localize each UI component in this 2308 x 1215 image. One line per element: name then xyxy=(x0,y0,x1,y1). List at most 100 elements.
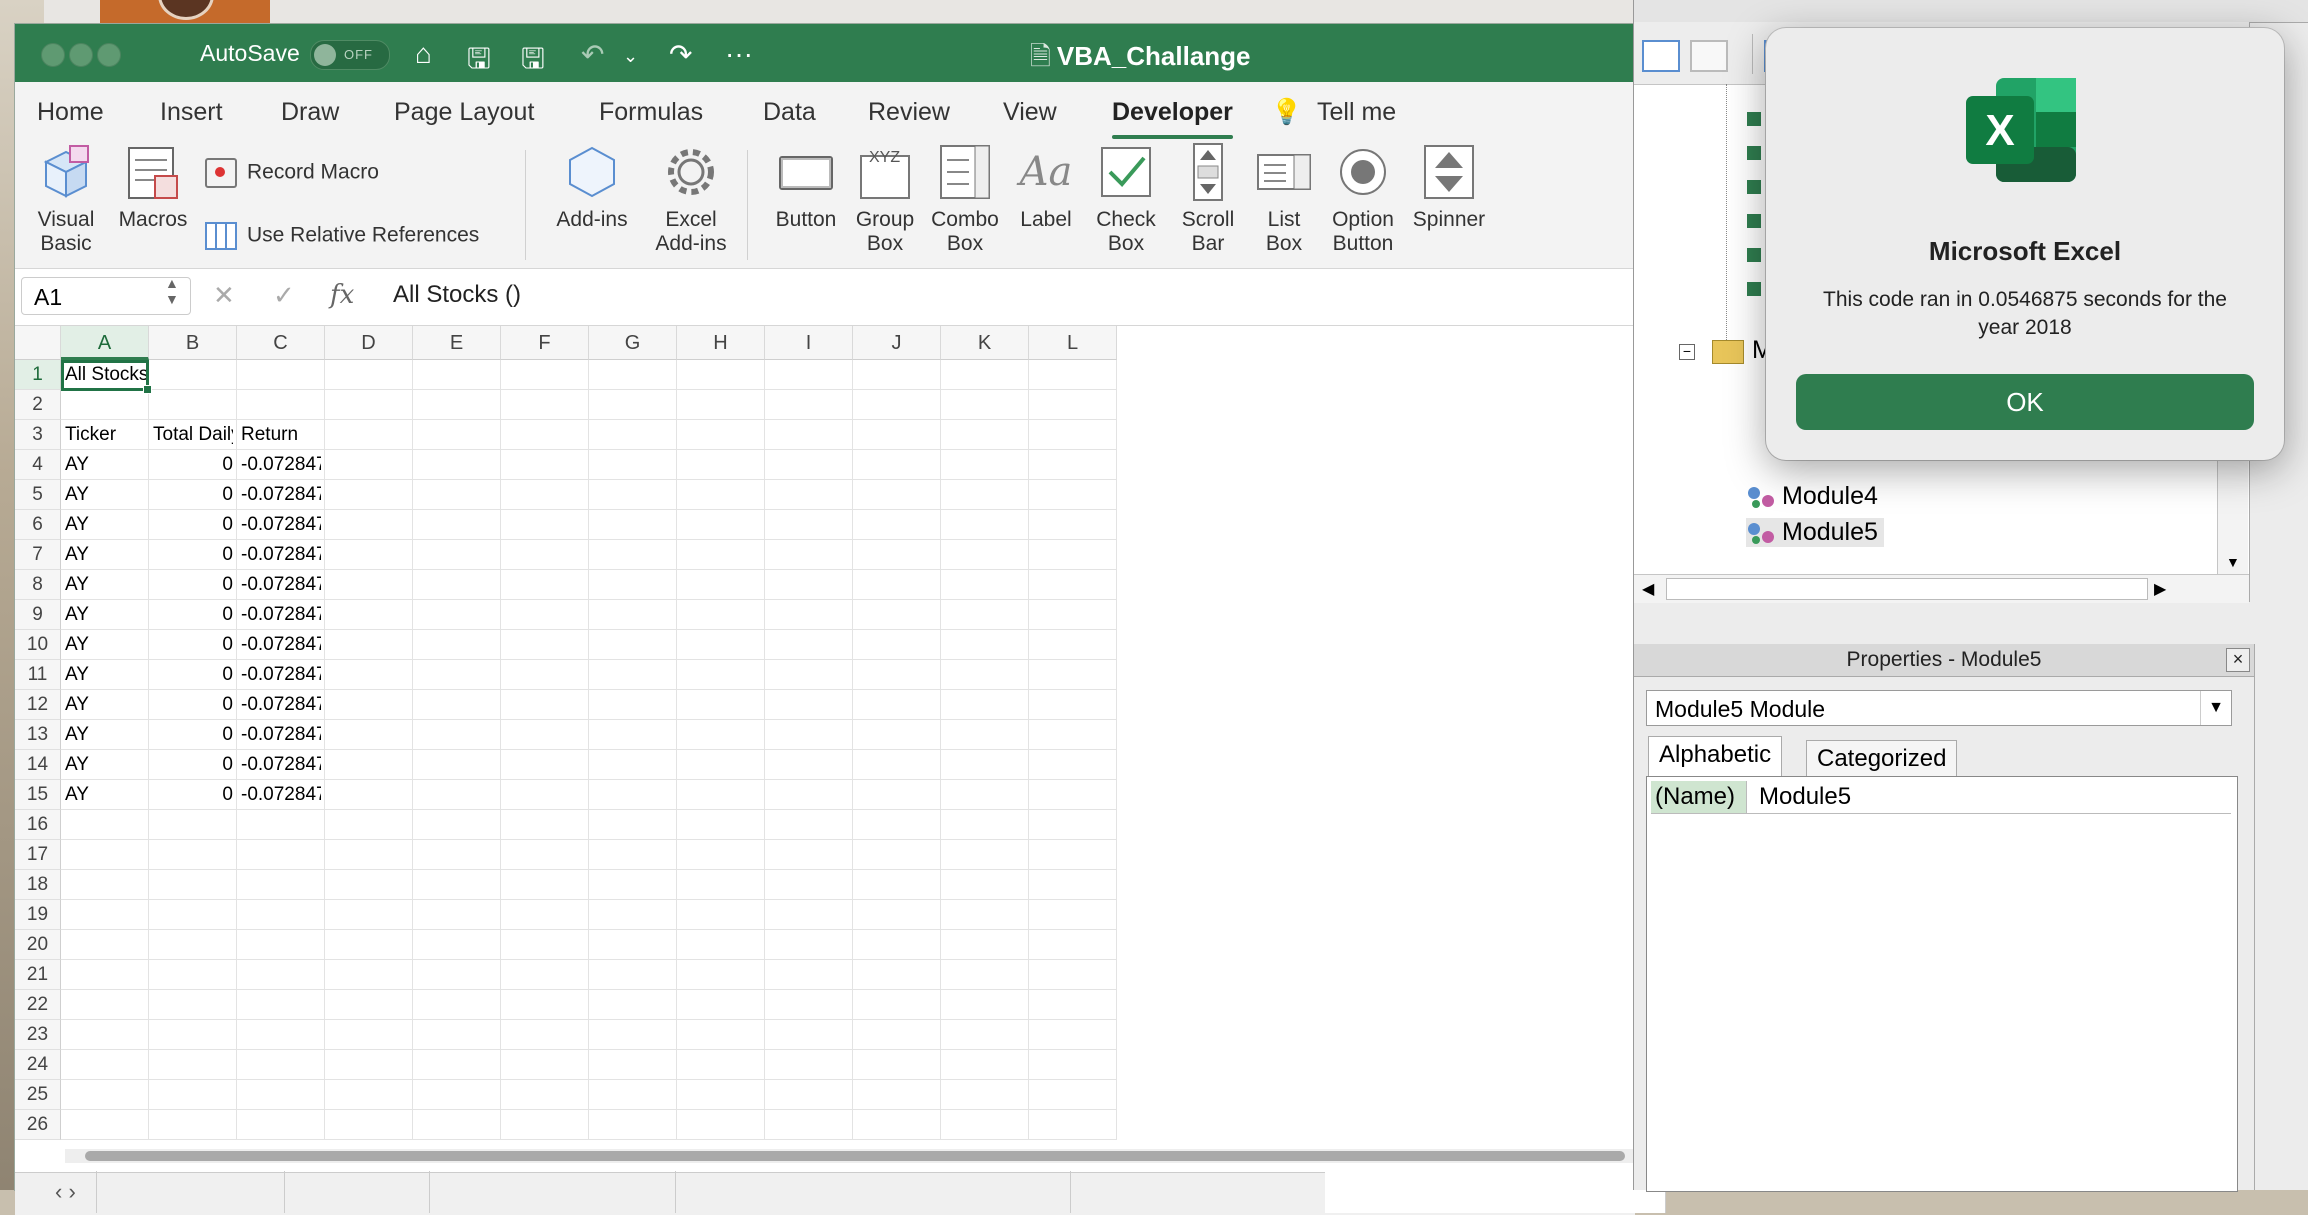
cell[interactable]: AY xyxy=(65,570,145,600)
collapse-icon[interactable]: − xyxy=(1679,344,1695,360)
property-row[interactable]: (Name) Module5 xyxy=(1651,781,2231,814)
undo-dropdown-icon[interactable]: ⌄ xyxy=(623,46,638,67)
cell[interactable]: -0.0728476 xyxy=(241,540,321,570)
cell[interactable]: -0.0728476 xyxy=(241,570,321,600)
group-box-control[interactable]: XYZ Group Box xyxy=(849,140,921,256)
cell[interactable]: -0.0728476 xyxy=(241,660,321,690)
add-ins-button[interactable]: Add-ins xyxy=(547,140,637,232)
scroll-down-icon[interactable]: ▼ xyxy=(2226,554,2240,570)
ok-button[interactable]: OK xyxy=(1796,374,2254,430)
horizontal-scrollbar[interactable]: ◀ ▶ xyxy=(1634,574,2249,603)
cell[interactable]: 0 xyxy=(153,540,233,570)
tab-view[interactable]: View xyxy=(1003,98,1057,127)
column-header[interactable]: E xyxy=(413,326,501,360)
label-control[interactable]: Aa Label xyxy=(1013,140,1079,232)
row-header[interactable]: 16 xyxy=(15,810,61,840)
view-code-icon[interactable] xyxy=(1642,40,1680,72)
cell[interactable]: AY xyxy=(65,780,145,810)
row-header[interactable]: 7 xyxy=(15,540,61,570)
fx-icon[interactable]: fx xyxy=(330,280,354,310)
tab-alphabetic[interactable]: Alphabetic xyxy=(1648,736,1783,779)
enter-icon[interactable]: ✓ xyxy=(273,280,295,311)
sheet-tab[interactable] xyxy=(140,1171,285,1213)
zoom-window-button[interactable] xyxy=(97,43,121,67)
tree-item-module5[interactable]: Module5 xyxy=(1746,518,1884,547)
cell[interactable]: -0.0728476 xyxy=(241,690,321,720)
check-box-control[interactable]: Check Box xyxy=(1085,140,1167,256)
combo-box-control[interactable]: Combo Box xyxy=(925,140,1005,256)
cell[interactable]: 0 xyxy=(153,570,233,600)
row-header[interactable]: 3 xyxy=(15,420,61,450)
sheet-tab[interactable] xyxy=(285,1171,430,1213)
spinner-control[interactable]: Spinner xyxy=(1407,140,1491,232)
sheet-tab[interactable] xyxy=(435,1171,676,1213)
row-header[interactable]: 26 xyxy=(15,1110,61,1140)
cell[interactable]: 0 xyxy=(153,480,233,510)
tab-review[interactable]: Review xyxy=(868,98,950,127)
cell[interactable]: 0 xyxy=(153,510,233,540)
cell[interactable]: Return xyxy=(241,420,321,450)
row-header[interactable]: 5 xyxy=(15,480,61,510)
column-header[interactable]: B xyxy=(149,326,237,360)
row-header[interactable]: 9 xyxy=(15,600,61,630)
cell[interactable]: -0.0728476 xyxy=(241,600,321,630)
sheet-tab[interactable] xyxy=(680,1171,1071,1213)
tab-draw[interactable]: Draw xyxy=(281,98,339,127)
view-object-icon[interactable] xyxy=(1690,40,1728,72)
redo-icon[interactable]: ↷ xyxy=(669,38,692,71)
column-header[interactable]: L xyxy=(1029,326,1117,360)
scroll-thumb[interactable] xyxy=(85,1151,1625,1161)
row-header[interactable]: 13 xyxy=(15,720,61,750)
scroll-left-icon[interactable]: ◀ xyxy=(1642,579,1654,599)
close-icon[interactable]: × xyxy=(2226,648,2250,672)
sheet-tab[interactable] xyxy=(1055,1171,1336,1213)
cell[interactable]: 0 xyxy=(153,720,233,750)
cell[interactable]: 0 xyxy=(153,630,233,660)
tab-categorized[interactable]: Categorized xyxy=(1806,740,1958,777)
cell[interactable]: AY xyxy=(65,540,145,570)
name-box-stepper-icon[interactable]: ▲ ▼ xyxy=(165,275,179,307)
cell[interactable]: -0.0728476 xyxy=(241,780,321,810)
option-button-control[interactable]: Option Button xyxy=(1323,140,1403,256)
sheet-tab-active[interactable] xyxy=(1325,1171,1666,1213)
home-icon[interactable]: ⌂ xyxy=(415,38,432,70)
cell[interactable]: -0.0728476 xyxy=(241,510,321,540)
tab-home[interactable]: Home xyxy=(37,98,104,127)
tab-data[interactable]: Data xyxy=(763,98,816,127)
scroll-thumb[interactable] xyxy=(1666,578,2148,600)
save-icon[interactable]: 🖫 xyxy=(467,38,491,86)
row-header[interactable]: 19 xyxy=(15,900,61,930)
fill-handle[interactable] xyxy=(143,385,152,394)
minimize-window-button[interactable] xyxy=(69,43,93,67)
cell[interactable]: 0 xyxy=(153,690,233,720)
record-macro-button[interactable]: Record Macro xyxy=(205,158,379,188)
cell[interactable]: Total Daily Vo xyxy=(153,420,233,450)
cell[interactable]: AY xyxy=(65,630,145,660)
undo-icon[interactable]: ↶ xyxy=(581,38,604,71)
cell[interactable]: AY xyxy=(65,750,145,780)
property-value[interactable]: Module5 xyxy=(1759,781,1851,813)
cancel-icon[interactable]: ✕ xyxy=(213,280,235,311)
row-header[interactable]: 11 xyxy=(15,660,61,690)
cell[interactable]: 0 xyxy=(153,660,233,690)
cell[interactable]: AY xyxy=(65,720,145,750)
column-header[interactable]: F xyxy=(501,326,589,360)
row-header[interactable]: 8 xyxy=(15,570,61,600)
cell[interactable]: -0.0728476 xyxy=(241,480,321,510)
row-header[interactable]: 14 xyxy=(15,750,61,780)
column-header[interactable]: C xyxy=(237,326,325,360)
column-header[interactable]: J xyxy=(853,326,941,360)
cell[interactable]: -0.0728476 xyxy=(241,750,321,780)
cell[interactable]: 0 xyxy=(153,750,233,780)
chevron-down-icon[interactable]: ▼ xyxy=(2200,691,2231,725)
more-icon[interactable]: ··· xyxy=(725,38,753,70)
column-header[interactable]: G xyxy=(589,326,677,360)
cell[interactable]: 0 xyxy=(153,450,233,480)
tab-page-layout[interactable]: Page Layout xyxy=(394,98,534,127)
row-header[interactable]: 15 xyxy=(15,780,61,810)
macros-button[interactable]: Macros xyxy=(115,140,191,232)
tab-formulas[interactable]: Formulas xyxy=(599,98,703,127)
cell[interactable]: AY xyxy=(65,480,145,510)
cell[interactable]: 0 xyxy=(153,780,233,810)
scroll-bar-control[interactable]: Scroll Bar xyxy=(1171,140,1245,256)
